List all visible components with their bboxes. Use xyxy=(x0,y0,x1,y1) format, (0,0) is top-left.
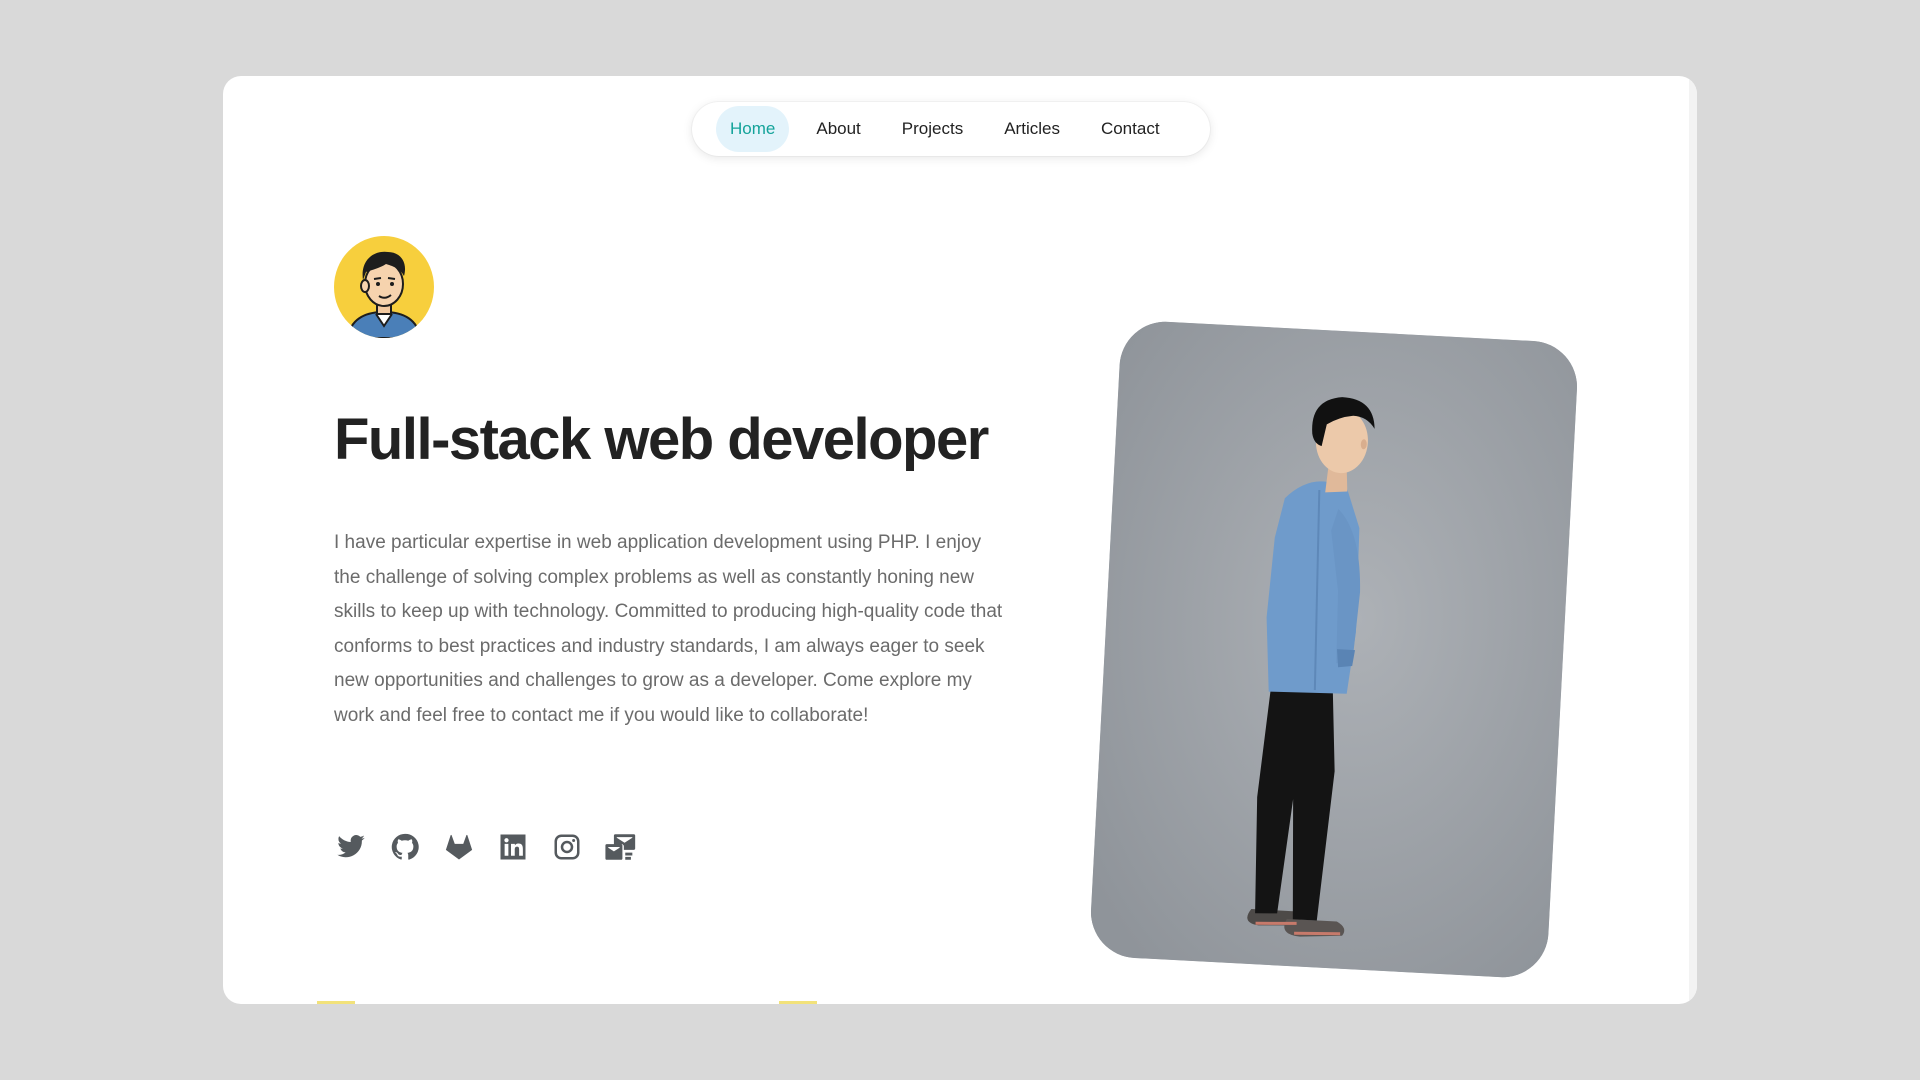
avatar[interactable] xyxy=(334,236,434,338)
social-links xyxy=(334,830,658,864)
nav-item-projects[interactable]: Projects xyxy=(888,106,977,152)
page-frame: Home About Projects Articles Contact Ful… xyxy=(223,76,1697,1004)
bio-paragraph: I have particular expertise in web appli… xyxy=(334,532,1003,726)
mail-icon[interactable] xyxy=(604,830,638,864)
twitter-icon[interactable] xyxy=(334,830,368,864)
nav-item-articles[interactable]: Articles xyxy=(990,106,1074,152)
section-peek-marker xyxy=(779,1001,817,1004)
person-standing-figure xyxy=(1088,319,1580,980)
scrollbar-track[interactable] xyxy=(1689,76,1697,1004)
linkedin-icon[interactable] xyxy=(496,830,530,864)
profile-photo xyxy=(1088,319,1580,980)
page-title: Full-stack web developer xyxy=(334,407,989,472)
github-icon[interactable] xyxy=(388,830,422,864)
nav-item-contact[interactable]: Contact xyxy=(1087,106,1174,152)
nav-item-home[interactable]: Home xyxy=(716,106,790,152)
gitlab-icon[interactable] xyxy=(442,830,476,864)
nav-item-about[interactable]: About xyxy=(802,106,874,152)
instagram-icon[interactable] xyxy=(550,830,584,864)
avatar-illustration xyxy=(346,251,422,338)
section-peek-marker xyxy=(317,1001,355,1004)
main-nav: Home About Projects Articles Contact xyxy=(692,102,1210,156)
